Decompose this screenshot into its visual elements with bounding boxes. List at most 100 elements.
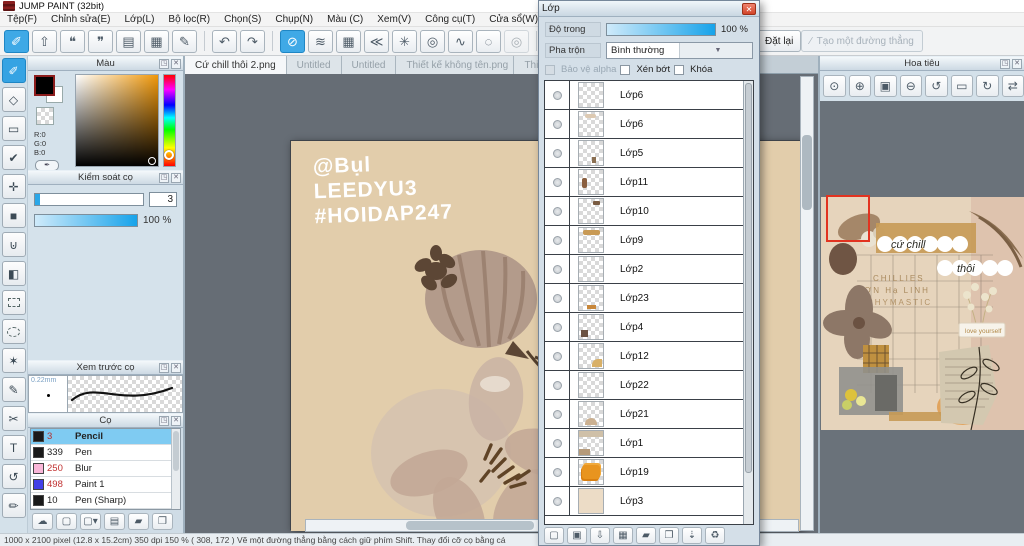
fit-screen-button[interactable]: ▣ (874, 75, 897, 97)
export-button[interactable]: ⇧ (32, 29, 57, 53)
snap-radial-button[interactable]: ✳ (392, 29, 417, 53)
layer-row[interactable]: Lớp6 (545, 110, 753, 139)
layer-row[interactable]: Lớp3 (545, 487, 753, 516)
layer-row[interactable]: Lớp22 (545, 371, 753, 400)
zoom-in-button[interactable]: ⊕ (848, 75, 871, 97)
eraser-tool[interactable]: ◇ (1, 87, 26, 112)
layer-row[interactable]: Lớp6 (545, 81, 753, 110)
magic-wand-tool[interactable]: ✶ (1, 348, 26, 373)
move-tool[interactable]: ✛ (1, 174, 26, 199)
layer-transfer-button[interactable]: ⇩ (590, 527, 610, 544)
menu-item[interactable]: Chọn(S) (217, 14, 268, 25)
brush-size-slider[interactable] (34, 193, 144, 206)
popout-icon[interactable]: ◳ (1000, 59, 1010, 69)
layer-duplicate-button[interactable]: ❐ (659, 527, 679, 544)
menu-item[interactable]: Chỉnh sửa(E) (44, 14, 118, 25)
flip-button[interactable]: ⇄ (1001, 75, 1024, 97)
brush-tool[interactable]: ✐ (1, 58, 26, 83)
redo-button[interactable]: ↷ (240, 29, 265, 53)
popout-icon[interactable]: ◳ (159, 59, 169, 69)
brush-row[interactable]: 3 Pencil (31, 429, 180, 445)
lock-checkbox[interactable] (674, 64, 685, 75)
layer-folder-button[interactable]: ▰ (636, 527, 656, 544)
layer-merge-button[interactable]: ⇣ (682, 527, 702, 544)
brush-script-button[interactable]: ▤ (104, 513, 125, 530)
snap-curve-button[interactable]: ∿ (448, 29, 473, 53)
document-tab[interactable]: Thiết kế không tên.png (396, 56, 515, 74)
snap-parallel-button[interactable]: ≋ (308, 29, 333, 53)
document-tab[interactable]: Untitled (341, 56, 397, 74)
layer-row[interactable]: Lớp11 (545, 168, 753, 197)
close-icon[interactable]: ✕ (742, 2, 756, 15)
brush-row[interactable]: 10 Pen (Sharp) (31, 493, 180, 509)
document-tab[interactable]: Untitled (286, 56, 342, 74)
brush-duplicate-button[interactable]: ❐ (152, 513, 173, 530)
chat-button[interactable]: ❞ (88, 29, 113, 53)
brush-size-value[interactable]: 3 (149, 192, 177, 207)
layer-visibility-toggle[interactable] (553, 206, 562, 216)
layer-row[interactable]: Lớp23 (545, 284, 753, 313)
menu-item[interactable]: Xem(V) (370, 14, 418, 25)
menu-item[interactable]: Bộ lọc(R) (161, 14, 217, 25)
popout-icon[interactable]: ◳ (159, 363, 169, 373)
layer-visibility-toggle[interactable] (553, 90, 562, 100)
navigator-preview[interactable]: cứ chill thôi CHILLIES SƠN Hạ LINH RHYMA… (820, 101, 1024, 533)
zoom-out-button[interactable]: ⊖ (899, 75, 922, 97)
snap-vanishing-button[interactable]: ≪ (364, 29, 389, 53)
layer-row[interactable]: Lớp4 (545, 313, 753, 342)
polyline-tool[interactable]: ✔ (1, 145, 26, 170)
brush-row[interactable]: 498 Paint 1 (31, 477, 180, 493)
brush-list-scrollbar[interactable] (171, 429, 180, 509)
layer-visibility-toggle[interactable] (553, 322, 562, 332)
popout-icon[interactable]: ◳ (159, 173, 169, 183)
menu-item[interactable]: Màu (C) (320, 14, 370, 25)
close-icon[interactable]: ✕ (1012, 59, 1022, 69)
layer-visibility-toggle[interactable] (553, 380, 562, 390)
bucket-tool[interactable]: ⊍ (1, 232, 26, 257)
hue-bar[interactable] (163, 74, 176, 167)
layer-row[interactable]: Lớp19 (545, 458, 753, 487)
fill-rect-tool[interactable]: ■ (1, 203, 26, 228)
snap-ellipse-button[interactable]: ◌ (476, 29, 501, 53)
gradient-tool[interactable]: ◧ (1, 261, 26, 286)
popout-icon[interactable]: ◳ (159, 416, 169, 426)
snap-off-button[interactable]: ⊘ (280, 29, 305, 53)
canvas-vertical-scrollbar[interactable] (800, 76, 814, 531)
close-icon[interactable]: ✕ (171, 363, 181, 373)
select-rect-tool[interactable] (1, 290, 26, 315)
select-pen-tool[interactable]: ✎ (1, 377, 26, 402)
eraser-pen-tool[interactable]: ✏ (1, 493, 26, 518)
close-icon[interactable]: ✕ (171, 59, 181, 69)
menu-item[interactable]: Công cụ(T) (418, 14, 482, 25)
brush-new-menu-button[interactable]: ▢▾ (80, 513, 101, 530)
layers-dialog-titlebar[interactable]: Lớp ✕ (539, 1, 759, 17)
lasso-tool[interactable] (1, 319, 26, 344)
close-icon[interactable]: ✕ (171, 416, 181, 426)
layer-visibility-toggle[interactable] (553, 496, 562, 506)
document-settings-button[interactable]: ▦ (144, 29, 169, 53)
menu-item[interactable]: Chụp(N) (268, 14, 320, 25)
brush-opacity-slider[interactable] (34, 214, 138, 227)
undo-button[interactable]: ↶ (212, 29, 237, 53)
snap-grid-button[interactable]: ▦ (336, 29, 361, 53)
brush-mode-button[interactable]: ✐ (4, 29, 29, 53)
layer-visibility-toggle[interactable] (553, 119, 562, 129)
snap-circle-button[interactable]: ◎ (420, 29, 445, 53)
layer-row[interactable]: Lớp2 (545, 255, 753, 284)
color-cursor[interactable] (148, 156, 157, 165)
viewport-rectangle[interactable] (826, 195, 870, 242)
transform-tool[interactable]: ↺ (1, 464, 26, 489)
layer-visibility-toggle[interactable] (553, 148, 562, 158)
rotate-reset-button[interactable]: ▭ (950, 75, 973, 97)
layer-visibility-toggle[interactable] (553, 351, 562, 361)
snap-concentric-button[interactable]: ◎ (504, 29, 529, 53)
brush-folder-button[interactable]: ▰ (128, 513, 149, 530)
rotate-left-button[interactable]: ↺ (925, 75, 948, 97)
layer-row[interactable]: Lớp1 (545, 429, 753, 458)
zoom-actual-button[interactable]: ⊙ (823, 75, 846, 97)
layer-visibility-toggle[interactable] (553, 467, 562, 477)
layer-visibility-toggle[interactable] (553, 235, 562, 245)
layer-list-scrollbar[interactable] (743, 81, 753, 524)
brush-cloud-button[interactable]: ☁ (32, 513, 53, 530)
menu-item[interactable]: Cửa sổ(W) (482, 14, 545, 25)
